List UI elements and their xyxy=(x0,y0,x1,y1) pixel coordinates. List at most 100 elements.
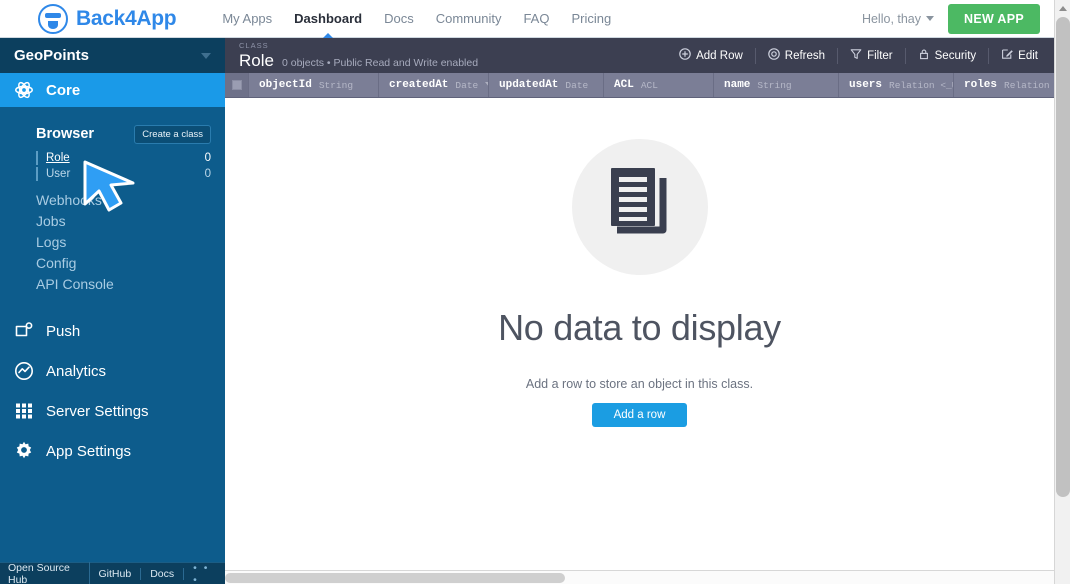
funnel-icon xyxy=(850,48,862,63)
sidebar-section-push[interactable]: Push xyxy=(0,311,225,351)
column-name-label: name xyxy=(724,79,751,91)
push-icon xyxy=(14,321,34,341)
sidebar: GeoPoints Core Browser Create a class Ro… xyxy=(0,38,225,584)
nav-link-my-apps[interactable]: My Apps xyxy=(222,0,272,37)
filter-toolbar-button[interactable]: Filter xyxy=(838,47,906,64)
column-header-updatedAt[interactable]: updatedAt Date xyxy=(489,73,604,97)
analytics-icon xyxy=(14,361,34,381)
footer-more-button[interactable]: • • • xyxy=(184,562,225,584)
sidebar-sections: Push Analytics Server Settings App Setti… xyxy=(0,311,225,471)
class-indicator-bar xyxy=(36,167,38,181)
top-navigation-bar: Back4App My Apps Dashboard Docs Communit… xyxy=(0,0,1054,38)
sidebar-section-app-settings[interactable]: App Settings xyxy=(0,431,225,471)
sidebar-item-logs[interactable]: Logs xyxy=(36,232,225,253)
security-toolbar-label: Security xyxy=(934,49,977,62)
footer-link-open-source-hub[interactable]: Open Source Hub xyxy=(0,561,90,584)
nav-link-pricing[interactable]: Pricing xyxy=(571,0,611,37)
column-header-ACL[interactable]: ACL ACL xyxy=(604,73,714,97)
column-name-label: roles xyxy=(964,79,998,91)
create-class-button[interactable]: Create a class xyxy=(134,124,211,144)
column-header-roles[interactable]: roles Relation <_Rol… xyxy=(954,73,1054,97)
empty-state-title: No data to display xyxy=(498,307,781,348)
empty-state-icon-circle xyxy=(571,139,708,275)
nav-link-faq[interactable]: FAQ xyxy=(523,0,549,37)
column-type-label: ACL xyxy=(640,79,658,91)
app-root: Back4App My Apps Dashboard Docs Communit… xyxy=(0,0,1070,584)
class-list-item-user[interactable]: User 0 xyxy=(0,166,225,182)
add-a-row-button[interactable]: Add a row xyxy=(591,403,688,427)
sidebar-section-server-settings-label: Server Settings xyxy=(46,402,149,420)
class-indicator-bar xyxy=(36,151,38,165)
column-name-label: objectId xyxy=(259,79,312,91)
chevron-down-icon xyxy=(926,16,935,21)
core-subnav: Browser Create a class Role 0 User 0 Web… xyxy=(0,107,225,295)
add-row-toolbar-label: Add Row xyxy=(696,49,743,62)
column-name-label: updatedAt xyxy=(499,79,559,91)
scroll-up-arrow-icon[interactable] xyxy=(1055,0,1070,17)
sidebar-item-config[interactable]: Config xyxy=(36,253,225,274)
page-title: Role xyxy=(239,51,274,70)
nav-link-community[interactable]: Community xyxy=(436,0,502,37)
column-header-objectId[interactable]: objectId String xyxy=(249,73,379,97)
sidebar-section-analytics[interactable]: Analytics xyxy=(0,351,225,391)
brand-logo[interactable]: Back4App xyxy=(38,3,177,34)
column-type-label: Relation <_Rol… xyxy=(1004,79,1054,91)
footer-link-github[interactable]: GitHub xyxy=(90,567,142,580)
atom-icon xyxy=(14,80,34,100)
app-selector[interactable]: GeoPoints xyxy=(0,38,225,73)
nav-link-dashboard[interactable]: Dashboard xyxy=(294,0,362,37)
class-list-item-role[interactable]: Role 0 xyxy=(0,150,225,166)
grid-icon xyxy=(14,401,34,421)
filter-toolbar-label: Filter xyxy=(867,49,893,62)
horizontal-scrollbar[interactable] xyxy=(225,570,1054,584)
back4app-logo-icon xyxy=(38,3,68,34)
browser-vertical-scrollbar[interactable] xyxy=(1054,0,1070,584)
sidebar-section-server-settings[interactable]: Server Settings xyxy=(0,391,225,431)
refresh-toolbar-label: Refresh xyxy=(784,49,826,62)
sidebar-section-core-label: Core xyxy=(46,81,81,99)
app-name-label: GeoPoints xyxy=(14,47,90,64)
class-count-label: 0 xyxy=(204,168,211,180)
browser-title-label: Browser xyxy=(36,126,95,142)
class-count-label: 0 xyxy=(204,152,211,164)
security-toolbar-button[interactable]: Security xyxy=(906,47,990,64)
add-row-toolbar-button[interactable]: Add Row xyxy=(667,47,756,64)
class-name-label: Role xyxy=(46,152,70,164)
select-all-checkbox[interactable] xyxy=(225,73,249,97)
browser-scrollbar-thumb[interactable] xyxy=(1056,17,1070,497)
column-header-createdAt[interactable]: createdAt Date xyxy=(379,73,489,97)
new-app-button[interactable]: NEW APP xyxy=(948,3,1040,34)
column-header-users[interactable]: users Relation <_Use… xyxy=(839,73,954,97)
toolbar-actions: Add Row Refresh Filter Security Edit xyxy=(667,38,1044,73)
sidebar-item-webhooks[interactable]: Webhooks xyxy=(36,190,225,211)
plus-circle-icon xyxy=(679,48,691,63)
column-name-label: ACL xyxy=(614,79,634,91)
core-nav-links: Webhooks Jobs Logs Config API Console xyxy=(0,190,225,295)
empty-state-subtitle: Add a row to store an object in this cla… xyxy=(525,377,754,391)
column-header-name[interactable]: name String xyxy=(714,73,839,97)
brand-name: Back4App xyxy=(76,6,177,30)
sidebar-item-api-console[interactable]: API Console xyxy=(36,274,225,295)
user-menu[interactable]: Hello, thay xyxy=(862,12,935,26)
documents-icon xyxy=(603,166,677,249)
data-grid-header: objectId String createdAt Date updatedAt… xyxy=(225,73,1054,98)
nav-link-docs[interactable]: Docs xyxy=(384,0,414,37)
column-name-label: createdAt xyxy=(389,79,449,91)
refresh-toolbar-button[interactable]: Refresh xyxy=(756,47,839,64)
sidebar-item-jobs[interactable]: Jobs xyxy=(36,211,225,232)
column-type-label: Relation <_Use… xyxy=(889,79,953,91)
horizontal-scrollbar-thumb[interactable] xyxy=(225,573,565,583)
edit-toolbar-button[interactable]: Edit xyxy=(989,48,1044,64)
class-list: Role 0 User 0 xyxy=(0,150,225,182)
sidebar-section-analytics-label: Analytics xyxy=(46,362,107,380)
column-type-label: Date xyxy=(455,79,479,91)
column-type-label: String xyxy=(757,79,792,91)
gear-icon xyxy=(14,441,34,461)
sidebar-section-push-label: Push xyxy=(46,322,81,340)
lock-icon xyxy=(918,48,930,63)
refresh-icon xyxy=(767,48,780,63)
footer-link-docs[interactable]: Docs xyxy=(141,567,185,580)
sidebar-section-core[interactable]: Core xyxy=(0,73,225,107)
checkbox-icon xyxy=(231,80,242,90)
edit-toolbar-label: Edit xyxy=(1018,49,1038,62)
